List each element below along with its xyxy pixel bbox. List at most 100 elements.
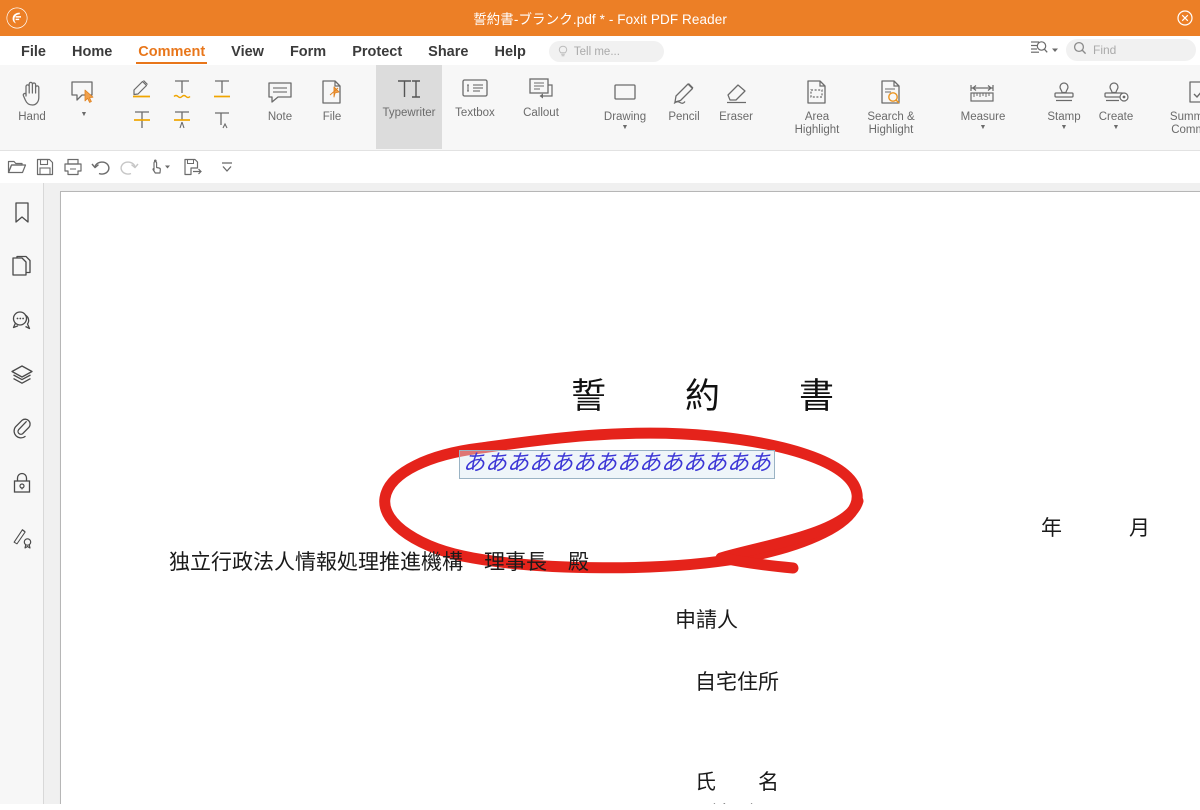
area-highlight-label: Area Highlight	[794, 111, 840, 136]
callout-button[interactable]: Callout	[508, 65, 574, 150]
redo-icon[interactable]	[116, 154, 142, 180]
lock-icon[interactable]	[8, 469, 36, 497]
save-icon[interactable]	[32, 154, 58, 180]
typewriter-button[interactable]: Typewriter	[376, 65, 442, 149]
layers-icon[interactable]	[8, 361, 36, 389]
search-options-icon	[1030, 39, 1049, 60]
textbox-button[interactable]: Textbox	[442, 65, 508, 150]
attachment-paperclip-icon[interactable]	[8, 415, 36, 443]
workspace: 誓 約 書 ああああああああああああああ 年 月 日 独立行政法人情報処理推進機…	[0, 183, 1200, 804]
save-as-icon[interactable]	[180, 154, 206, 180]
ribbon-group-manage-comments: Summarize Comments Import	[1154, 65, 1200, 150]
print-icon[interactable]	[60, 154, 86, 180]
note-button[interactable]: Note	[254, 69, 306, 124]
open-folder-icon[interactable]	[4, 154, 30, 180]
menu-form[interactable]: Form	[277, 44, 339, 65]
pencil-label: Pencil	[668, 111, 700, 123]
typewriter-annotation[interactable]: ああああああああああああああ	[459, 450, 776, 479]
menu-share[interactable]: Share	[415, 44, 481, 65]
document-heading: 誓 約 書	[571, 377, 857, 417]
ribbon-toolbar: Hand ▼ Note File Typewriter Textbox Call…	[0, 65, 1200, 151]
eraser-icon	[722, 75, 750, 111]
close-icon[interactable]	[1172, 5, 1198, 31]
customize-toolbar-icon[interactable]	[214, 154, 240, 180]
create-stamp-button[interactable]: Create ▼	[1090, 69, 1142, 131]
search-highlight-label: Search & Highlight	[867, 111, 915, 136]
note-label: Note	[267, 111, 293, 123]
menu-file[interactable]: File	[8, 44, 59, 65]
undo-icon[interactable]	[88, 154, 114, 180]
search-icon	[1073, 41, 1087, 58]
chevron-down-icon[interactable]: ▼	[81, 111, 88, 118]
pdf-page[interactable]: 誓 約 書 ああああああああああああああ 年 月 日 独立行政法人情報処理推進機…	[60, 191, 1200, 804]
pencil-button[interactable]: Pencil	[658, 69, 710, 124]
chevron-down-icon	[1051, 41, 1059, 59]
ribbon-group-stamp: Stamp ▼ Create ▼	[1032, 65, 1148, 150]
menu-comment[interactable]: Comment	[125, 44, 218, 65]
comments-icon[interactable]	[8, 307, 36, 335]
stamp-icon	[1050, 75, 1078, 111]
measure-button[interactable]: Measure ▼	[946, 69, 1020, 131]
insert-text-icon[interactable]	[202, 105, 242, 135]
tell-me-search[interactable]: Tell me...	[548, 41, 664, 62]
eraser-button[interactable]: Eraser	[710, 69, 762, 124]
textbox-label: Textbox	[455, 107, 495, 119]
document-name-label: 氏 名	[695, 770, 779, 794]
lightbulb-icon	[557, 45, 569, 58]
chevron-down-icon[interactable]: ▼	[980, 124, 987, 131]
quick-access-toolbar	[0, 151, 1200, 183]
menu-view[interactable]: View	[218, 44, 277, 65]
eraser-label: Eraser	[719, 111, 753, 123]
highlight-icon[interactable]	[122, 73, 162, 103]
summarize-comments-button[interactable]: Summarize Comments	[1160, 69, 1200, 137]
hand-tool-button[interactable]: Hand	[6, 69, 58, 124]
chevron-down-icon[interactable]: ▼	[1113, 124, 1120, 131]
underline-icon[interactable]	[202, 73, 242, 103]
document-date-line: 年 月 日	[1041, 516, 1200, 540]
find-input[interactable]: Find	[1066, 38, 1196, 61]
menu-protect[interactable]: Protect	[339, 44, 415, 65]
squiggly-underline-icon[interactable]	[162, 73, 202, 103]
callout-label: Callout	[523, 107, 559, 119]
file-attachment-button[interactable]: File	[306, 69, 358, 124]
select-cursor-icon	[69, 75, 99, 111]
ribbon-group-highlight: Area Highlight Search & Highlight	[774, 65, 934, 150]
ribbon-group-drawing: Drawing ▼ Pencil Eraser	[586, 65, 768, 150]
document-viewer[interactable]: 誓 約 書 ああああああああああああああ 年 月 日 独立行政法人情報処理推進機…	[44, 183, 1200, 804]
typewriter-annotation-text: ああああああああああああああ	[463, 451, 772, 476]
search-options-button[interactable]	[1027, 37, 1062, 62]
document-signature-note: （自署）	[699, 798, 767, 804]
document-addressee: 独立行政法人情報処理推進機構 理事長 殿	[169, 550, 589, 574]
menu-home[interactable]: Home	[59, 44, 125, 65]
tell-me-placeholder: Tell me...	[573, 45, 620, 58]
chevron-down-icon[interactable]: ▼	[622, 124, 629, 131]
hand-icon	[18, 75, 46, 111]
hand-tool-label: Hand	[18, 111, 46, 123]
replace-text-icon[interactable]	[162, 105, 202, 135]
chevron-down-icon[interactable]: ▼	[1061, 124, 1068, 131]
file-attachment-icon	[319, 75, 345, 111]
summarize-comments-label: Summarize Comments	[1169, 111, 1200, 136]
navigation-panel	[0, 183, 44, 804]
pages-icon[interactable]	[8, 253, 36, 281]
stamp-button[interactable]: Stamp ▼	[1038, 69, 1090, 131]
touch-mode-icon[interactable]	[144, 154, 178, 180]
strikeout-icon[interactable]	[122, 105, 162, 135]
callout-icon	[526, 71, 556, 107]
measure-label: Measure	[960, 111, 1006, 123]
menu-bar-right-tools: Find	[1027, 37, 1196, 62]
search-highlight-button[interactable]: Search & Highlight	[854, 69, 928, 137]
area-highlight-button[interactable]: Area Highlight	[780, 69, 854, 137]
file-attachment-label: File	[322, 111, 342, 123]
ribbon-group-text-markup	[122, 65, 242, 150]
measure-ruler-icon	[967, 75, 999, 111]
document-applicant-label: 申請人	[675, 608, 738, 632]
digital-signature-icon[interactable]	[8, 523, 36, 551]
textbox-icon	[460, 71, 490, 107]
menu-bar: File Home Comment View Form Protect Shar…	[0, 36, 1200, 65]
window-controls[interactable]	[1172, 0, 1198, 36]
select-tool-button[interactable]: ▼	[58, 69, 110, 118]
bookmark-icon[interactable]	[8, 199, 36, 227]
menu-help[interactable]: Help	[481, 44, 538, 65]
drawing-button[interactable]: Drawing ▼	[592, 69, 658, 131]
